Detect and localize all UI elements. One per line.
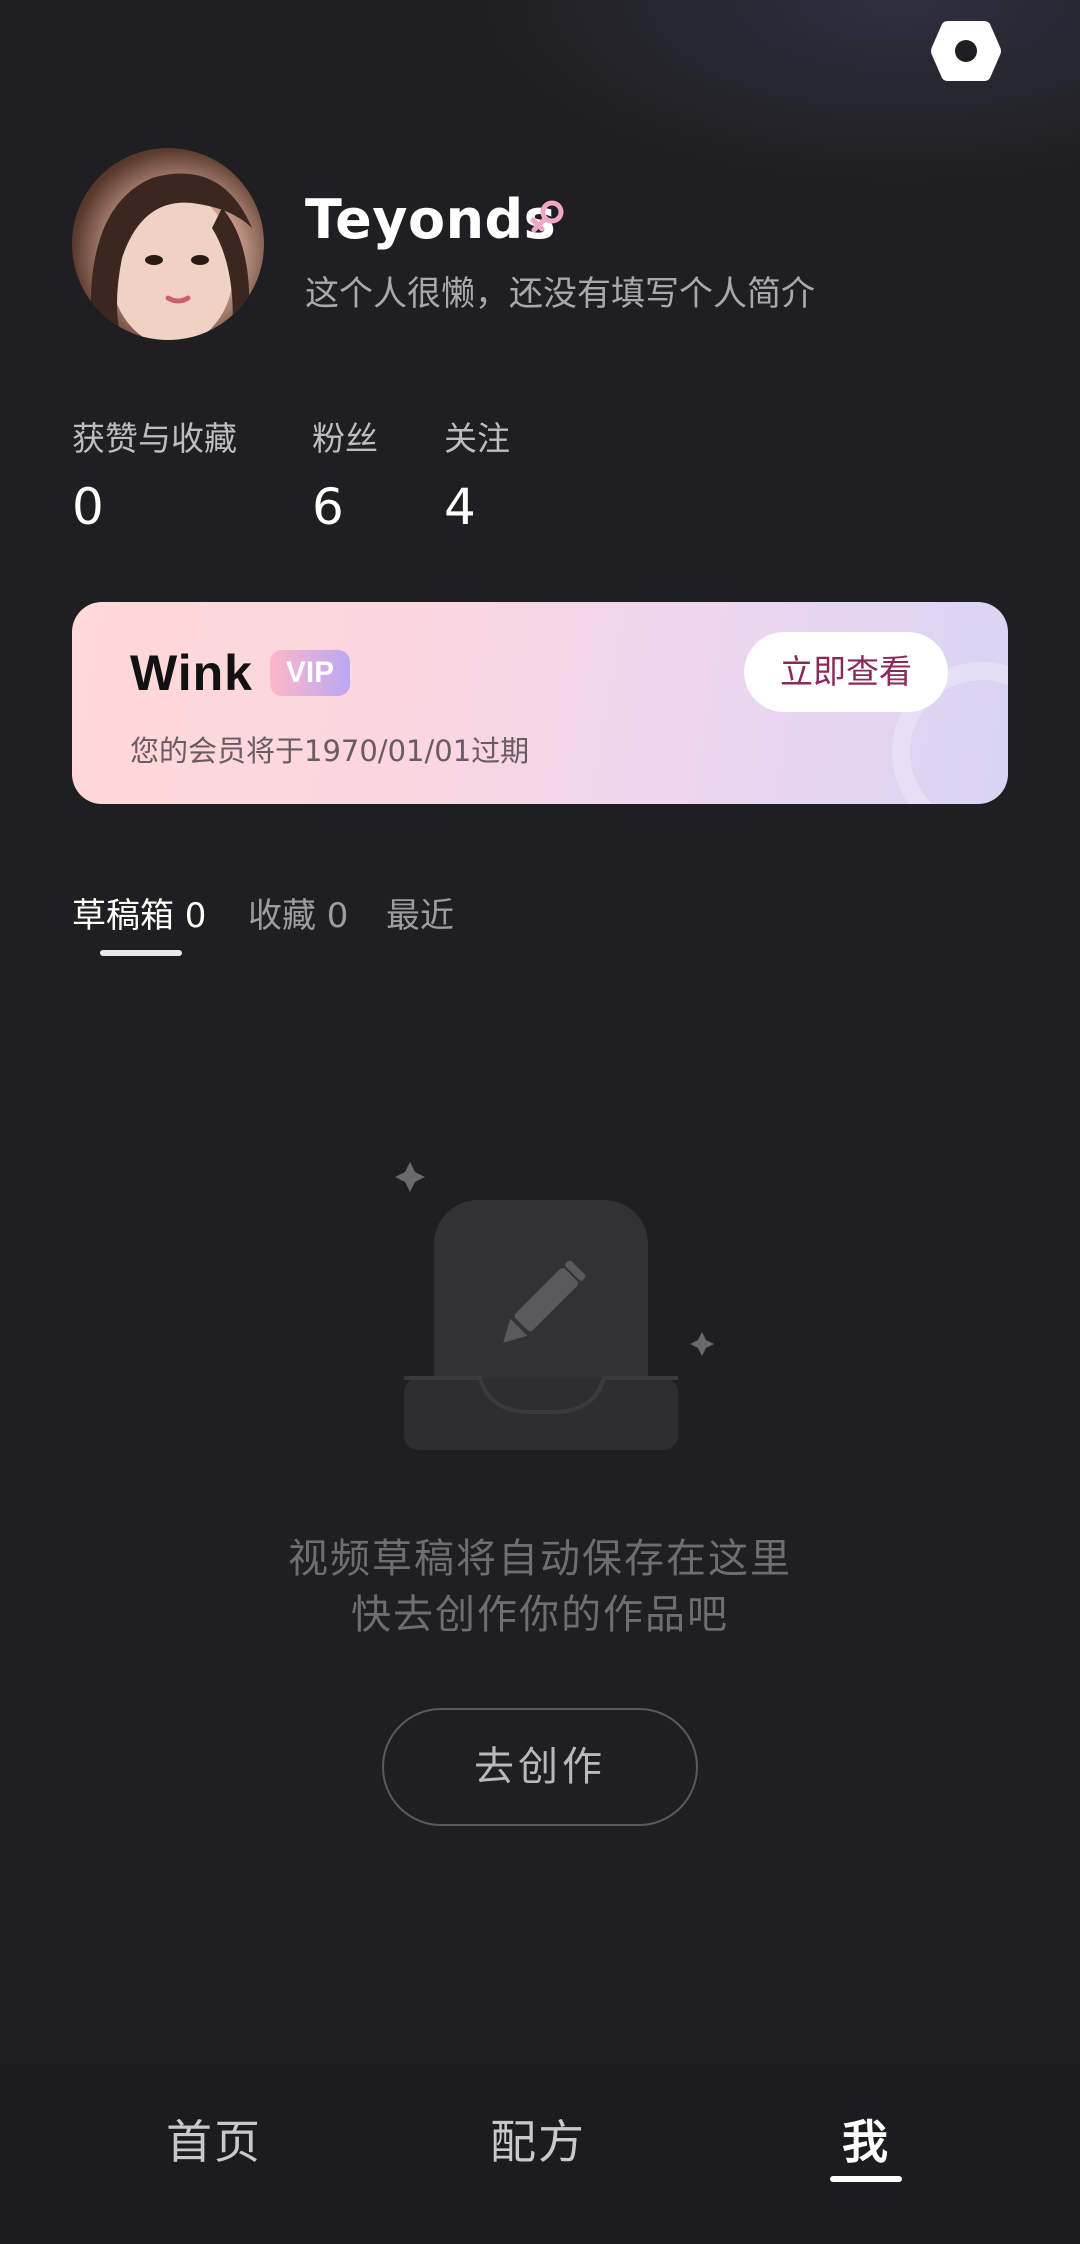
tab-drafts[interactable]: 草稿箱 0 (72, 888, 206, 937)
empty-state-line2: 快去创作你的作品吧 (351, 1592, 729, 1638)
likes-label: 获赞与收藏 (72, 419, 237, 458)
bottom-nav: 首页 配方 我 (0, 2064, 1080, 2244)
nav-home[interactable]: 首页 (166, 2106, 262, 2172)
nav-recipes[interactable]: 配方 (490, 2106, 586, 2172)
empty-state-line1: 视频草稿将自动保存在这里 (288, 1536, 792, 1582)
tab-indicator (100, 950, 182, 956)
vip-expiry-text: 您的会员将于1970/01/01过期 (130, 734, 530, 768)
settings-button[interactable] (928, 18, 1004, 84)
wink-logo: Wink (130, 645, 253, 701)
vip-card[interactable]: Wink VIP 您的会员将于1970/01/01过期 立即查看 (72, 602, 1008, 804)
followers-count[interactable]: 6 (312, 478, 344, 536)
go-create-button[interactable]: 去创作 (382, 1708, 698, 1826)
bio: 这个人很懒，还没有填写个人简介 (305, 274, 815, 314)
settings-hexagon-icon (931, 21, 1001, 81)
following-label: 关注 (444, 419, 510, 458)
likes-count[interactable]: 0 (72, 478, 104, 536)
female-icon (530, 200, 564, 233)
view-now-button[interactable]: 立即查看 (744, 632, 948, 712)
followers-label: 粉丝 (312, 419, 378, 458)
following-count[interactable]: 4 (444, 478, 476, 536)
tab-recent[interactable]: 最近 (386, 888, 454, 937)
avatar-portrait (90, 173, 252, 340)
nav-indicator (830, 2176, 902, 2182)
tab-favorites[interactable]: 收藏 0 (248, 888, 348, 937)
vip-badge: VIP (270, 650, 350, 696)
avatar[interactable] (72, 148, 264, 340)
draft-box-pencil-icon (395, 1162, 714, 1450)
username: Teyonds (305, 188, 557, 251)
nav-me[interactable]: 我 (842, 2106, 890, 2172)
